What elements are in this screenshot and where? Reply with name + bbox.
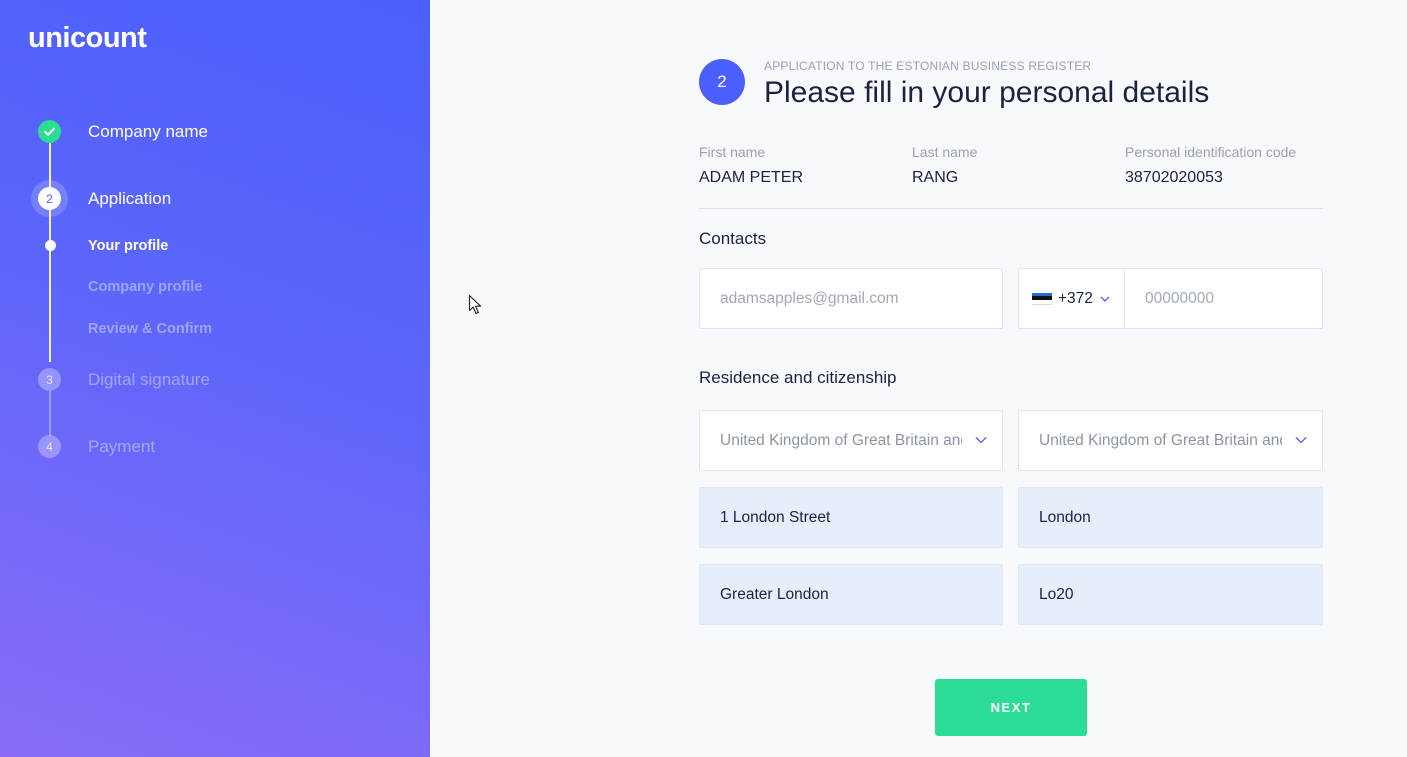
email-placeholder: adamsapples@gmail.com [720, 289, 899, 307]
page-kicker: APPLICATION TO THE ESTONIAN BUSINESS REG… [764, 59, 1092, 73]
last-name-label: Last name [912, 144, 978, 160]
substep-company-profile[interactable]: Company profile [88, 279, 202, 295]
step-payment[interactable]: Payment [88, 437, 155, 457]
chevron-down-icon [1295, 437, 1307, 444]
estonia-flag-icon [1032, 292, 1052, 305]
phone-code-value: +372 [1058, 289, 1093, 307]
id-code-label: Personal identification code [1125, 144, 1297, 160]
substep-active-dot [45, 240, 56, 251]
postcode-field[interactable]: Lo20 [1018, 564, 1323, 625]
step-application[interactable]: Application [88, 189, 171, 209]
first-name-label: First name [699, 144, 766, 160]
sidebar: unicount Company name 2 Application Your… [0, 0, 430, 757]
step-connector [49, 143, 51, 188]
page-title: Please fill in your personal details [764, 76, 1210, 109]
phone-code-select[interactable]: +372 [1018, 268, 1125, 329]
city-field[interactable]: London [1018, 487, 1323, 548]
step-number-badge: 4 [38, 435, 61, 458]
step-digital-signature[interactable]: Digital signature [88, 370, 210, 390]
step-number-badge: 3 [38, 368, 61, 391]
residence-title: Residence and citizenship [699, 368, 897, 387]
id-code-value: 38702020053 [1125, 169, 1223, 186]
current-step-badge: 2 [699, 59, 745, 105]
phone-placeholder: 00000000 [1145, 289, 1214, 307]
chevron-down-icon [975, 437, 987, 444]
step-connector [49, 210, 51, 362]
step-connector [49, 391, 51, 436]
substep-review-confirm[interactable]: Review & Confirm [88, 321, 212, 337]
last-name-value: RANG [912, 169, 959, 186]
contacts-title: Contacts [699, 229, 767, 248]
first-name-value: ADAM PETER [699, 169, 804, 186]
mouse-cursor-icon [468, 294, 482, 315]
divider [699, 208, 1323, 209]
email-field[interactable]: adamsapples@gmail.com [699, 268, 1003, 329]
next-button[interactable]: NEXT [935, 679, 1087, 736]
substep-your-profile[interactable]: Your profile [88, 238, 168, 254]
unicount-logo: unicount [28, 22, 147, 54]
step-number-badge: 2 [38, 187, 61, 210]
citizenship-country-value: United Kingdom of Great Britain and Nort… [1039, 431, 1282, 449]
check-icon [38, 120, 61, 143]
chevron-down-icon [1100, 296, 1110, 302]
county-field[interactable]: Greater London [699, 564, 1003, 625]
residence-country-select[interactable]: United Kingdom of Great Britain and Nort… [699, 410, 1003, 471]
phone-number-field[interactable]: 00000000 [1124, 268, 1323, 329]
citizenship-country-select[interactable]: United Kingdom of Great Britain and Nort… [1018, 410, 1323, 471]
street-address-field[interactable]: 1 London Street [699, 487, 1003, 548]
residence-country-value: United Kingdom of Great Britain and Nort… [720, 431, 962, 449]
step-company-name[interactable]: Company name [88, 122, 208, 142]
